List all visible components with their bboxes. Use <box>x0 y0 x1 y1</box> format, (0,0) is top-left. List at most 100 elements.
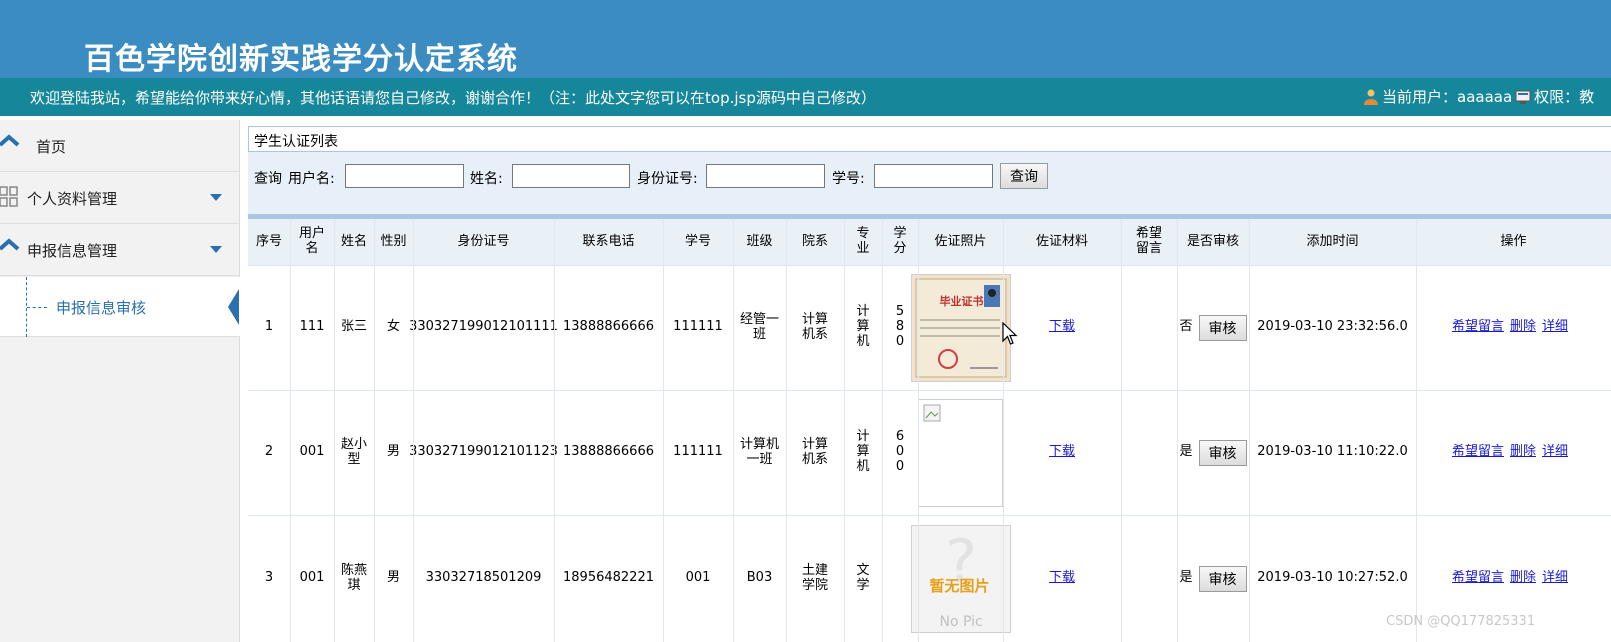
col-name: 陈燕琪 <box>334 515 374 642</box>
search-button[interactable]: 查询 <box>1000 163 1048 189</box>
col-username: 111 <box>290 265 334 390</box>
cell-text: 2019-03-10 23:32:56.0 <box>1257 319 1408 335</box>
column-divider <box>554 219 555 642</box>
username-input[interactable] <box>345 164 464 188</box>
col-photo: 毕业证书 <box>910 265 1011 390</box>
column-divider <box>1177 219 1178 642</box>
col-audited: 否审核 <box>1177 265 1249 390</box>
col-major: 计算机 <box>844 265 882 390</box>
table-header-cell: 身份证号 <box>413 219 554 265</box>
detail-link[interactable]: 详细 <box>1542 444 1568 460</box>
col-credit: 600 <box>882 390 918 515</box>
home-icon <box>0 238 20 251</box>
name-label: 姓名: <box>470 171 503 187</box>
sidebar-item-label: 个人资料管理 <box>27 190 118 208</box>
col-material: 下载 <box>1003 390 1121 515</box>
site-title: 百色学院创新实践学分认定系统 <box>84 42 518 77</box>
col-photo <box>918 390 1003 515</box>
col-phone: 13888866666 <box>554 265 663 390</box>
cell-text: 计算机 <box>856 429 870 474</box>
leave-message-link[interactable]: 希望留言 <box>1452 570 1504 586</box>
col-name: 张三 <box>334 265 374 390</box>
header-label: 学号 <box>684 233 711 249</box>
col-material: 下载 <box>1003 515 1121 642</box>
header-label: 性别 <box>380 233 407 249</box>
table-header-cell: 是否审核 <box>1177 219 1249 265</box>
cell-text: 13888866666 <box>563 319 654 335</box>
cell-text: 赵小型 <box>340 436 367 467</box>
sidebar-item-profile[interactable]: 个人资料管理 <box>0 172 240 224</box>
audit-button[interactable]: 审核 <box>1198 439 1247 466</box>
name-input[interactable] <box>512 164 630 188</box>
column-divider <box>844 219 845 642</box>
detail-link[interactable]: 详细 <box>1542 319 1568 335</box>
welcome-text: 欢迎登陆我站，希望能给你带来好心情，其他话语请您自己修改，谢谢合作！（注：此处文… <box>30 89 876 107</box>
col-added: 2019-03-10 11:10:22.0 <box>1249 390 1416 515</box>
col-no: 2 <box>248 390 290 515</box>
leave-message-link[interactable]: 希望留言 <box>1452 319 1504 335</box>
header-label: 是否审核 <box>1186 233 1239 249</box>
evidence-photo[interactable] <box>918 398 1003 507</box>
cell-text: 111111 <box>673 444 723 460</box>
sidebar: 首页 个人资料管理 申报信息管理 申报信息审核 <box>0 120 240 642</box>
table-header-cell: 佐证材料 <box>1003 219 1121 265</box>
header-label: 身份证号 <box>457 233 510 249</box>
sidebar-item-home[interactable]: 首页 <box>0 120 240 172</box>
column-divider <box>663 219 664 642</box>
delete-link[interactable]: 删除 <box>1510 444 1536 460</box>
no-pic-caption: 暂无图片 <box>929 576 990 595</box>
cell-text: 计算机一班 <box>739 436 779 467</box>
column-divider <box>1249 219 1250 642</box>
leave-message-link[interactable]: 希望留言 <box>1452 444 1504 460</box>
sidebar-item-declaration[interactable]: 申报信息管理 <box>0 224 240 276</box>
header-label: 添加时间 <box>1306 233 1359 249</box>
download-link[interactable]: 下载 <box>1049 570 1075 586</box>
detail-link[interactable]: 详细 <box>1542 570 1568 586</box>
cell-text: 男 <box>386 570 400 586</box>
cell-text: 女 <box>386 319 400 335</box>
sidebar-subitem-review[interactable]: 申报信息审核 <box>0 277 240 337</box>
col-student-no: 111111 <box>663 390 733 515</box>
header-label: 佐证材料 <box>1035 233 1088 249</box>
cell-text: 计算机 <box>856 304 870 349</box>
col-photo: ? 暂无图片 No Pic <box>910 515 1011 642</box>
review-table: 序号 用户名 姓名 性别 身份证号 联系电话 学号 班级 院系 专业 学分 佐证照片 佐证材料 希望留言是… <box>248 219 1611 642</box>
download-link[interactable]: 下载 <box>1049 444 1075 460</box>
cell-text: 330327199012101123 <box>409 444 558 460</box>
column-divider <box>882 219 883 642</box>
table-header-cell: 操作 <box>1416 219 1611 265</box>
certificate-caption: 毕业证书 <box>939 294 984 308</box>
idcard-label: 身份证号: <box>637 171 698 187</box>
row-divider <box>248 515 1611 516</box>
download-link[interactable]: 下载 <box>1049 319 1075 335</box>
col-message <box>1121 265 1177 390</box>
col-gender: 男 <box>374 390 413 515</box>
active-pointer-icon <box>228 289 239 325</box>
col-gender: 女 <box>374 265 413 390</box>
row-divider <box>248 265 1611 266</box>
col-no: 1 <box>248 265 290 390</box>
col-actions: 希望留言 删除 详细 <box>1416 390 1611 515</box>
table-header-cell: 专业 <box>844 219 882 265</box>
user-info: 当前用户：aaaaaa 权限：教 <box>1362 86 1594 107</box>
audit-button[interactable]: 审核 <box>1198 565 1247 592</box>
evidence-photo[interactable]: ? 暂无图片 No Pic <box>910 524 1011 633</box>
header-label: 院系 <box>801 233 828 249</box>
broken-image-icon <box>923 404 941 421</box>
delete-link[interactable]: 删除 <box>1510 319 1536 335</box>
student-no-input[interactable] <box>874 164 993 188</box>
no-pic-caption-en: No Pic <box>939 613 983 630</box>
table-header-cell: 性别 <box>374 219 413 265</box>
table-header-cell: 班级 <box>733 219 786 265</box>
col-phone: 13888866666 <box>554 390 663 515</box>
audit-button[interactable]: 审核 <box>1198 314 1247 341</box>
col-added: 2019-03-10 23:32:56.0 <box>1249 265 1416 390</box>
column-divider <box>1416 219 1417 642</box>
idcard-input[interactable] <box>706 164 825 188</box>
evidence-photo[interactable]: 毕业证书 <box>910 273 1011 382</box>
col-username: 001 <box>290 390 334 515</box>
column-divider <box>786 219 787 642</box>
cell-text: 2019-03-10 11:10:22.0 <box>1257 444 1408 460</box>
cell-text: 001 <box>299 570 325 586</box>
delete-link[interactable]: 删除 <box>1510 570 1536 586</box>
